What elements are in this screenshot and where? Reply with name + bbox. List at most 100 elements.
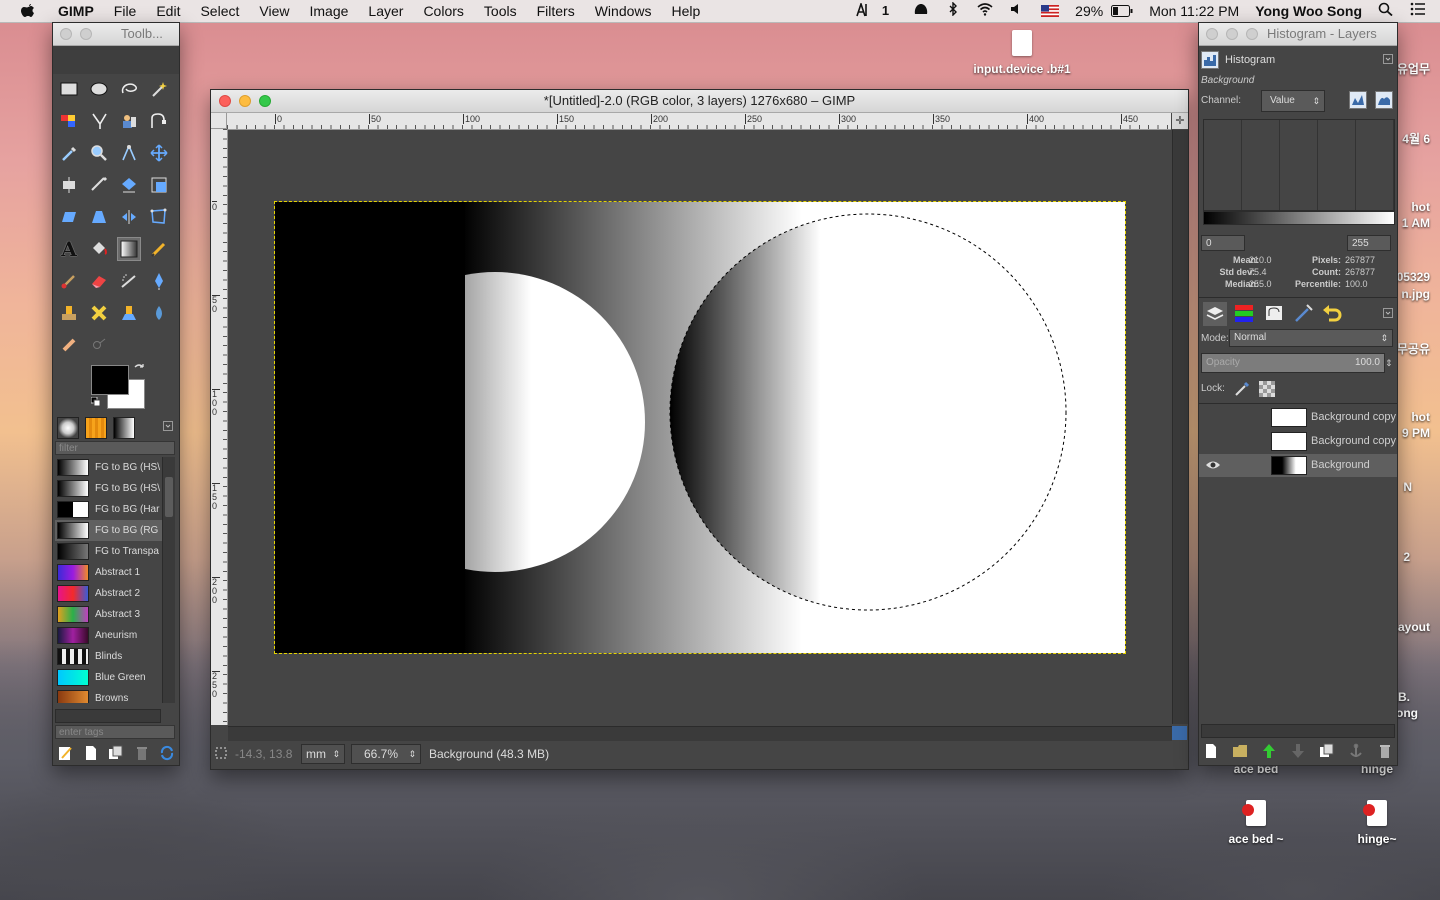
- panel-menu-icon[interactable]: [1383, 308, 1393, 318]
- zoom-button[interactable]: [1246, 28, 1258, 40]
- range-low-input[interactable]: 0: [1201, 235, 1245, 251]
- gradient-list-item[interactable]: Aneurism: [55, 625, 175, 646]
- close-button[interactable]: [1206, 28, 1218, 40]
- gradient-list-item[interactable]: FG to Transpa: [55, 541, 175, 562]
- tool-options-tab-icon[interactable]: [1293, 302, 1315, 324]
- minimize-button[interactable]: [1226, 28, 1238, 40]
- select-by-color-tool-icon[interactable]: [57, 109, 81, 133]
- duplicate-gradient-icon[interactable]: [108, 745, 124, 761]
- menu-tools[interactable]: Tools: [474, 0, 527, 22]
- dock-titlebar[interactable]: Histogram - Layers: [1199, 23, 1397, 46]
- dodge-burn-tool-icon[interactable]: [87, 333, 111, 357]
- opacity-slider[interactable]: Opacity 100.0: [1201, 353, 1385, 373]
- zoom-button[interactable]: [259, 95, 271, 107]
- histogram-value-gradient-bar[interactable]: [1203, 211, 1395, 225]
- clone-tool-icon[interactable]: [57, 301, 81, 325]
- desktop-edge-label[interactable]: n.jpg: [1401, 287, 1430, 301]
- default-colors-icon[interactable]: [91, 397, 101, 407]
- gradient-tags-input[interactable]: enter tags: [55, 725, 175, 739]
- lock-pixels-icon[interactable]: [1233, 381, 1249, 397]
- desktop-edge-label[interactable]: hot: [1411, 200, 1430, 214]
- cloud-app-icon[interactable]: [905, 0, 937, 22]
- anchor-layer-icon[interactable]: [1348, 743, 1364, 759]
- minimize-button[interactable]: [239, 95, 251, 107]
- layer-row[interactable]: Background copy: [1199, 430, 1397, 453]
- quick-mask-toggle[interactable]: [211, 113, 227, 129]
- ink-tool-icon[interactable]: [147, 269, 171, 293]
- menu-edit[interactable]: Edit: [146, 0, 190, 22]
- desktop-edge-label[interactable]: 2: [1403, 550, 1410, 564]
- menu-layer[interactable]: Layer: [358, 0, 413, 22]
- range-high-input[interactable]: 255: [1347, 235, 1391, 251]
- menu-file[interactable]: File: [104, 0, 147, 22]
- crop-tool-icon[interactable]: [87, 173, 111, 197]
- new-layer-icon[interactable]: [1203, 743, 1219, 759]
- desktop-file-ace-bed[interactable]: ace bed ~: [1216, 800, 1296, 846]
- paths-tool-icon[interactable]: [147, 109, 171, 133]
- shear-tool-icon[interactable]: [57, 205, 81, 229]
- smudge-tool-icon[interactable]: [57, 333, 81, 357]
- desktop-file-hinge[interactable]: hinge~: [1340, 800, 1414, 846]
- refresh-gradients-icon[interactable]: [159, 745, 175, 761]
- desktop-edge-label[interactable]: 유업무: [1397, 60, 1430, 77]
- desktop-file-input-device[interactable]: input.device .b#1: [960, 30, 1084, 76]
- text-tool-icon[interactable]: A: [57, 237, 81, 261]
- wilber-drop-area[interactable]: [53, 46, 179, 74]
- panel-menu-icon[interactable]: [1383, 54, 1393, 64]
- blend-tool-icon[interactable]: [117, 237, 141, 261]
- horizontal-ruler[interactable]: 0 50 100 150 200 250 300 350 400 450: [227, 113, 1171, 130]
- gradient-list-item[interactable]: Abstract 2: [55, 583, 175, 604]
- zoom-select[interactable]: 66.7% ⇕: [351, 744, 421, 764]
- gradient-list-item[interactable]: FG to BG (HS\: [55, 478, 175, 499]
- canvas-area[interactable]: [228, 130, 1172, 724]
- layers-tab-icon[interactable]: [1203, 302, 1227, 326]
- gradient-list-item[interactable]: Abstract 1: [55, 562, 175, 583]
- move-tool-icon[interactable]: [147, 141, 171, 165]
- histogram-graph[interactable]: [1203, 119, 1395, 211]
- gradient-preview-icon[interactable]: [113, 417, 135, 439]
- menu-image[interactable]: Image: [299, 0, 358, 22]
- rotate-tool-icon[interactable]: [117, 173, 141, 197]
- layer-mode-select[interactable]: Normal ⇕: [1229, 329, 1393, 347]
- raise-layer-icon[interactable]: [1261, 743, 1277, 759]
- foreground-select-tool-icon[interactable]: [117, 109, 141, 133]
- vertical-ruler[interactable]: 0 50 100 150 200 250: [211, 129, 228, 725]
- align-tool-icon[interactable]: [57, 173, 81, 197]
- desktop-edge-label[interactable]: 05329: [1397, 270, 1430, 284]
- lower-layer-icon[interactable]: [1290, 743, 1306, 759]
- bluetooth-icon[interactable]: [937, 0, 969, 22]
- menu-help[interactable]: Help: [662, 0, 711, 22]
- foreground-color-swatch[interactable]: [91, 365, 129, 395]
- color-picker-tool-icon[interactable]: [57, 141, 81, 165]
- apple-icon[interactable]: [20, 3, 36, 19]
- gradient-list-item[interactable]: Abstract 3: [55, 604, 175, 625]
- gradient-list-scrollbar[interactable]: [162, 457, 175, 703]
- new-layer-group-icon[interactable]: [1232, 743, 1248, 759]
- channel-select[interactable]: Value ⇕: [1261, 90, 1325, 112]
- pencil-tool-icon[interactable]: [147, 237, 171, 261]
- perspective-clone-tool-icon[interactable]: [117, 301, 141, 325]
- rect-select-tool-icon[interactable]: [57, 77, 81, 101]
- flip-tool-icon[interactable]: [117, 205, 141, 229]
- histogram-tab[interactable]: Histogram: [1201, 49, 1381, 71]
- gradient-list-item[interactable]: Browns: [55, 688, 175, 703]
- scissors-select-tool-icon[interactable]: [87, 109, 111, 133]
- image-window-titlebar[interactable]: *[Untitled]-2.0 (RGB color, 3 layers) 12…: [211, 90, 1188, 113]
- us-flag-icon[interactable]: [1033, 0, 1067, 22]
- gradient-list-item[interactable]: Blue Green: [55, 667, 175, 688]
- measure-tool-icon[interactable]: [117, 141, 141, 165]
- gradient-list-item[interactable]: Blinds: [55, 646, 175, 667]
- layers-hscrollbar[interactable]: [1201, 724, 1395, 738]
- desktop-edge-label[interactable]: B.: [1398, 690, 1410, 704]
- volume-icon[interactable]: [1001, 0, 1033, 22]
- menubar-user[interactable]: Yong Woo Song: [1247, 0, 1370, 22]
- fuzzy-select-tool-icon[interactable]: [147, 77, 171, 101]
- brush-preview-icon[interactable]: [57, 417, 79, 439]
- ellipse-select-tool-icon[interactable]: [87, 77, 111, 101]
- pattern-preview-icon[interactable]: [85, 417, 107, 439]
- navigate-icon[interactable]: ✛: [1172, 113, 1188, 129]
- cage-transform-tool-icon[interactable]: [147, 205, 171, 229]
- zoom-fit-toggle[interactable]: [1172, 726, 1187, 740]
- lock-alpha-icon[interactable]: [1259, 381, 1275, 397]
- gradient-list-hscrollbar[interactable]: [55, 709, 161, 723]
